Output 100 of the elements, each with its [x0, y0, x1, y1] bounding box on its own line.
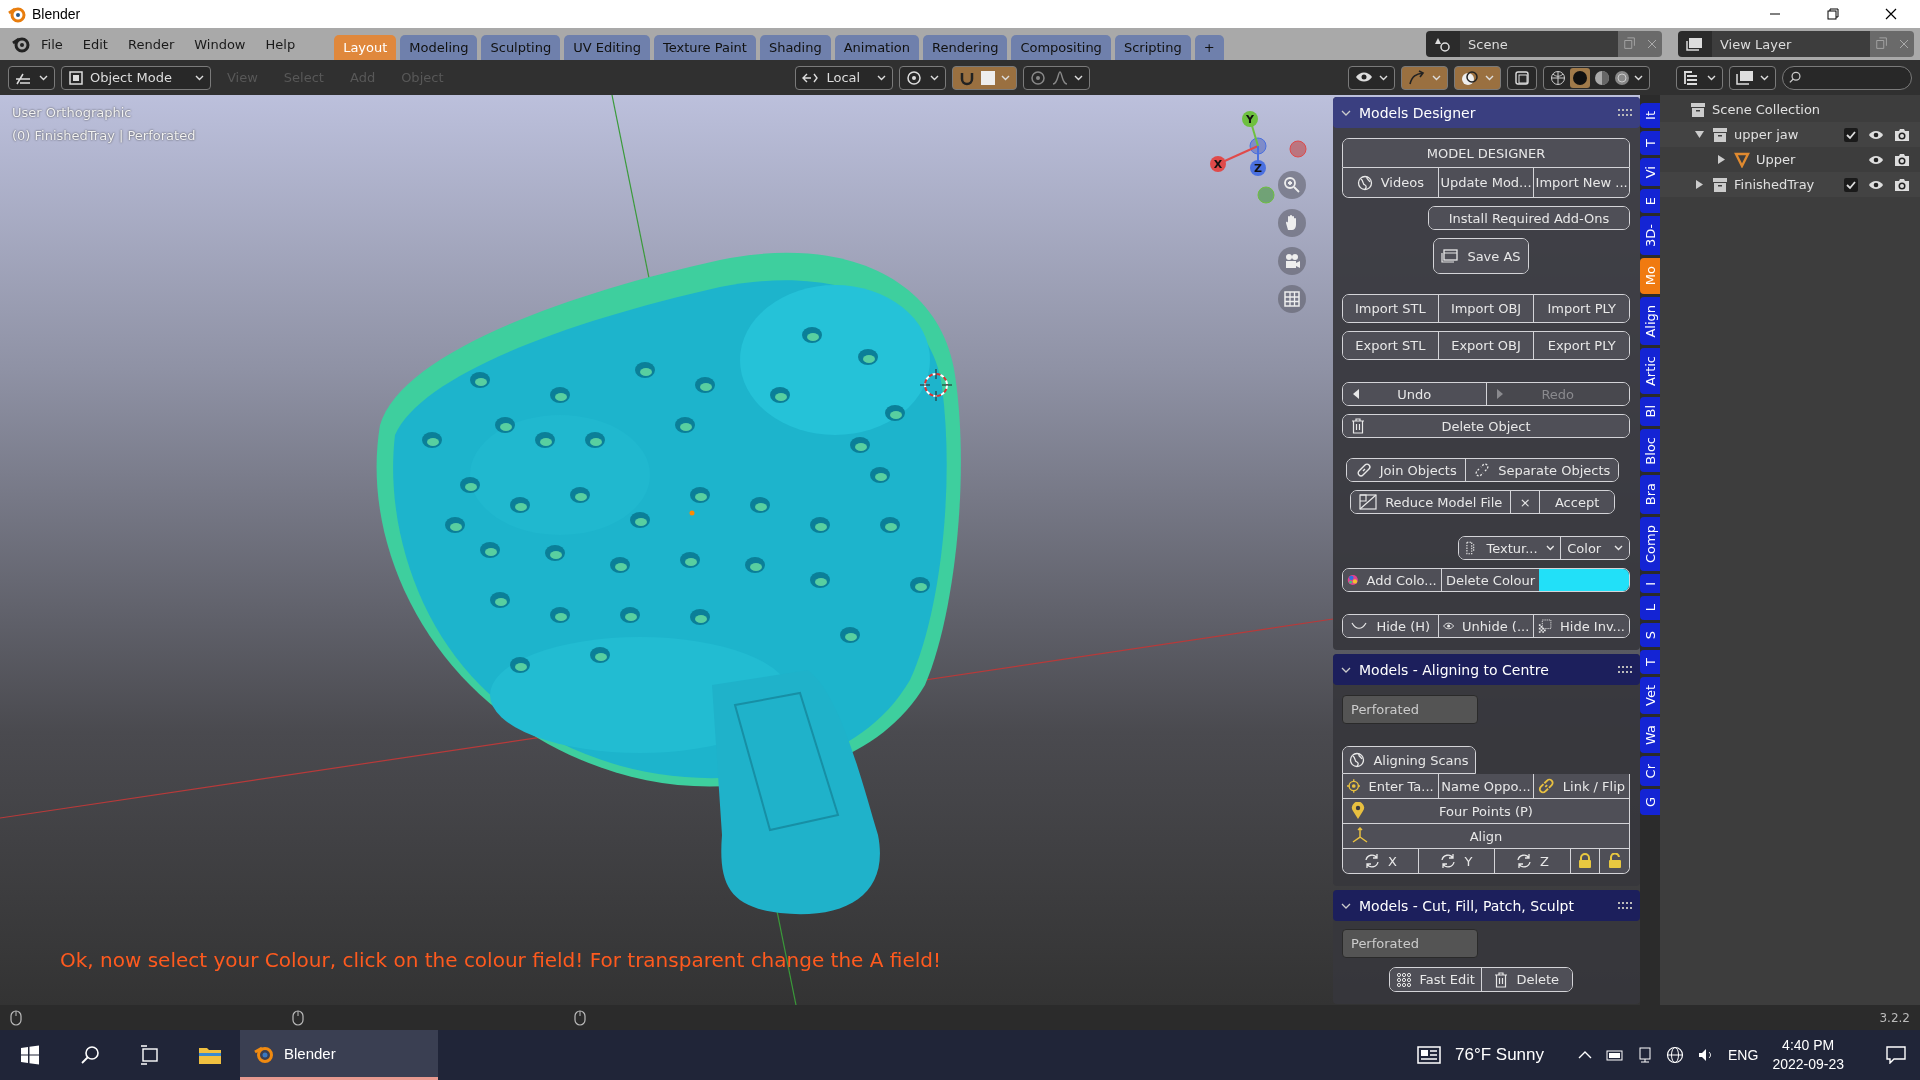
panel-button[interactable]: Aligning Scans — [1343, 747, 1475, 773]
scene-browser-button[interactable] — [1426, 31, 1460, 57]
outliner-item[interactable]: Scene Collection — [1660, 97, 1920, 122]
workspace-tab[interactable]: Compositing — [1011, 35, 1111, 60]
overlays-button[interactable] — [1454, 65, 1501, 90]
shading-button-group[interactable] — [1543, 65, 1650, 90]
sidebar-tab[interactable]: E — [1640, 189, 1660, 214]
panel-button[interactable]: MODEL DESIGNER — [1343, 139, 1629, 167]
sidebar-tab[interactable]: 3D- — [1640, 216, 1660, 256]
checkbox[interactable] — [1844, 127, 1858, 142]
sidebar-tab[interactable]: G — [1640, 789, 1660, 816]
sidebar-tab[interactable]: Bl — [1640, 397, 1660, 426]
panel-button[interactable]: Import STL — [1343, 295, 1438, 322]
camera-icon[interactable] — [1894, 152, 1910, 167]
workspace-tab[interactable]: Scripting — [1114, 35, 1191, 60]
orientation-dropdown[interactable]: Local — [795, 65, 894, 90]
sidebar-tab[interactable]: Bloc — [1640, 428, 1660, 473]
checkbox[interactable] — [1844, 177, 1858, 192]
sidebar-tab[interactable]: T — [1640, 649, 1660, 674]
panel-button[interactable]: Accept — [1539, 491, 1614, 513]
panel-button[interactable]: Hide Inv... — [1533, 615, 1629, 637]
sidebar-tab[interactable]: Align — [1640, 296, 1660, 346]
xray-button[interactable] — [1507, 65, 1537, 90]
view-layer-browser-button[interactable] — [1678, 31, 1712, 57]
panel-header[interactable]: Models Designer — [1333, 97, 1640, 128]
outliner-item[interactable]: Upper — [1660, 147, 1920, 172]
sidebar-tab[interactable]: Cr — [1640, 755, 1660, 787]
view-layer-field[interactable]: View Layer — [1712, 31, 1870, 57]
eye-icon[interactable] — [1868, 128, 1884, 141]
eye-icon[interactable] — [1868, 153, 1884, 166]
proportional-edit-button[interactable] — [1023, 65, 1091, 90]
workspace-tab[interactable]: Modeling — [400, 35, 478, 60]
camera-icon[interactable] — [1894, 177, 1910, 192]
taskbar-app[interactable]: Blender — [240, 1030, 438, 1080]
language-label[interactable]: ENG — [1728, 1047, 1759, 1063]
grid-button[interactable] — [1278, 285, 1306, 313]
panel-button[interactable]: Undo — [1343, 383, 1486, 405]
mode-dropdown[interactable]: Object Mode — [61, 65, 211, 90]
panel-button[interactable]: Four Points (P) — [1343, 799, 1629, 823]
app-logo-icon[interactable] — [12, 35, 30, 53]
drag-handle-icon[interactable] — [1618, 108, 1632, 117]
sidebar-tab[interactable]: Vet — [1640, 676, 1660, 714]
axis-handle[interactable] — [1257, 186, 1275, 204]
sidebar-tab[interactable]: Vi — [1640, 157, 1660, 187]
clock[interactable]: 4:40 PM 2022-09-23 — [1772, 1036, 1844, 1074]
panel-button[interactable]: Z — [1493, 849, 1570, 873]
panel-button[interactable]: Align — [1343, 824, 1629, 848]
workspace-tab[interactable]: Animation — [834, 35, 919, 60]
scene-field[interactable]: Scene — [1460, 31, 1618, 57]
panel-button[interactable]: Join Objects — [1347, 459, 1466, 481]
triangle-down-icon[interactable] — [1694, 130, 1704, 139]
panel-button[interactable]: Separate Objects — [1465, 459, 1618, 481]
workspace-tab[interactable]: Rendering — [923, 35, 1008, 60]
panel-button[interactable]: Import OBJ — [1437, 295, 1534, 322]
panel-button[interactable]: × — [1510, 491, 1540, 513]
panel-button[interactable]: Save AS — [1434, 239, 1528, 273]
triangle-right-icon[interactable] — [1716, 155, 1726, 164]
zoom-button[interactable] — [1278, 171, 1306, 199]
panel-button[interactable]: Enter Ta... — [1343, 774, 1438, 798]
panel-button[interactable]: Update Mod... — [1437, 168, 1534, 197]
sidebar-tab[interactable]: L — [1640, 596, 1660, 620]
workspace-tab[interactable]: Texture Paint — [654, 35, 756, 60]
text-field[interactable]: Perforated — [1342, 929, 1478, 958]
panel-button[interactable]: Link / Flip — [1533, 774, 1629, 798]
gizmo-button[interactable] — [1401, 65, 1448, 90]
pivot-button[interactable] — [899, 65, 947, 90]
camera-view-button[interactable] — [1278, 247, 1306, 275]
sidebar-tab[interactable]: Artic — [1640, 348, 1660, 395]
menu-item[interactable]: Window — [185, 36, 255, 52]
panel-button[interactable]: Import PLY — [1533, 295, 1629, 322]
axis-handle[interactable] — [1249, 137, 1267, 155]
sidebar-tab[interactable]: It — [1640, 103, 1660, 128]
menu-item[interactable]: Edit — [73, 36, 117, 52]
image-stack-button[interactable] — [1729, 65, 1776, 90]
panel-button[interactable]: Y — [1417, 849, 1494, 873]
axis-handle[interactable] — [1289, 140, 1307, 158]
sidebar-tab[interactable]: Wa — [1640, 716, 1660, 753]
triangle-right-icon[interactable] — [1694, 180, 1704, 189]
search-field[interactable] — [1782, 65, 1912, 90]
workspace-tab[interactable]: Sculpting — [481, 35, 561, 60]
panel-header[interactable]: Models - Aligning to Centre — [1333, 654, 1640, 685]
axis-handle[interactable]: Y — [1242, 111, 1259, 147]
outliner-item[interactable]: FinishedTray — [1660, 172, 1920, 197]
dropdown[interactable]: Textur... — [1459, 537, 1561, 559]
pan-button[interactable] — [1278, 209, 1306, 237]
panel-button[interactable]: Reduce Model File — [1351, 491, 1511, 513]
menu-item[interactable]: Render — [118, 36, 184, 52]
outliner-item[interactable]: upper jaw — [1660, 122, 1920, 147]
sidebar-tab[interactable]: Comp — [1640, 516, 1660, 571]
snap-button[interactable] — [952, 65, 1018, 90]
dropdown[interactable]: Color — [1560, 537, 1629, 559]
workspace-tab[interactable]: + — [1194, 35, 1224, 60]
drag-handle-icon[interactable] — [1618, 665, 1632, 674]
panel-button[interactable]: Delete Object — [1343, 415, 1629, 437]
panel-button[interactable]: Export OBJ — [1437, 332, 1534, 359]
editor-type-button[interactable] — [8, 65, 55, 90]
panel-button[interactable]: Export STL — [1343, 332, 1438, 359]
menu-item[interactable]: File — [32, 36, 72, 52]
panel-button[interactable]: Export PLY — [1533, 332, 1629, 359]
sidebar-tab[interactable]: Bra — [1640, 475, 1660, 514]
